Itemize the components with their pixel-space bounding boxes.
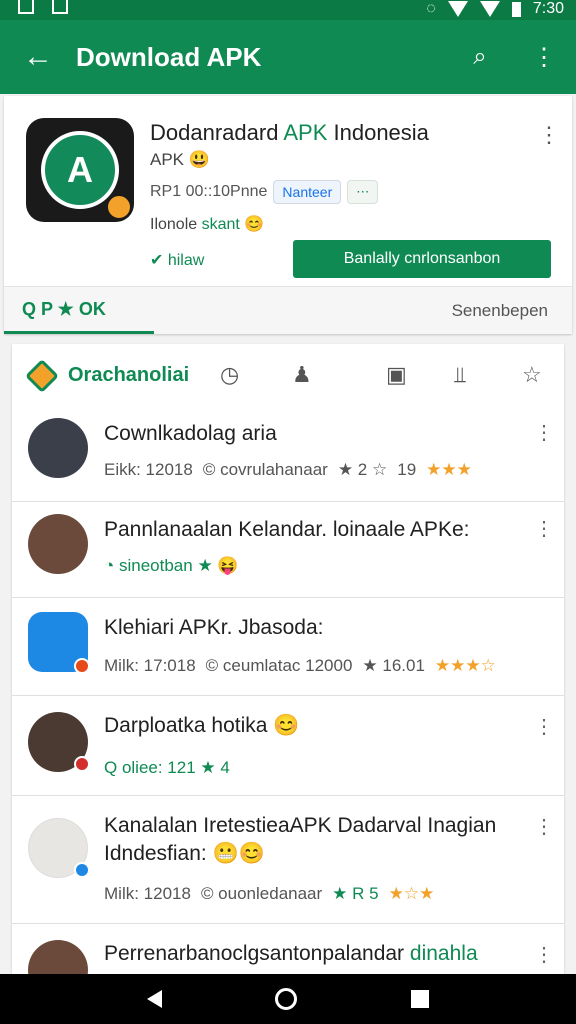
item-meta-c: ★ R 5: [332, 884, 379, 903]
list-item[interactable]: Cownlkadolag aria Eikk: 12018 © covrulah…: [12, 406, 564, 502]
system-nav-bar: [0, 974, 576, 1024]
item-meta: Milk: 17:018 © ceumlatac 12000 ★ 16.01 ★…: [104, 656, 496, 676]
item-meta-c: ★ 16.01: [362, 656, 425, 675]
avatar: [28, 514, 88, 574]
app-name-main: Dodanradard: [150, 120, 279, 145]
list-item[interactable]: Kanalalan IretestieaAPK Dadarval Inagian…: [12, 796, 564, 924]
item-title: Perrenarbanoclgsantonpalandar dinahla: [104, 942, 478, 966]
app-meta-row: RP1 00::10Pnne Nanteer ⋯: [150, 180, 379, 204]
header-more-icon[interactable]: ⋮: [538, 122, 560, 148]
avatar-badge-icon: [74, 658, 90, 674]
item-title: Pannlanaalan Kelandar. loinaale APKe:: [104, 518, 470, 541]
app-name-tail: Indonesia: [333, 120, 429, 145]
item-title: Darploatka hotika 😊: [104, 714, 300, 737]
overflow-menu-icon[interactable]: ⋮: [512, 20, 576, 94]
pawn-icon[interactable]: ♟: [292, 362, 312, 388]
primary-action-button[interactable]: Banlally cnrlonsanbon: [293, 240, 551, 278]
app-price: RP1 00::10Pnne: [150, 183, 268, 200]
star-outline-icon[interactable]: ☆: [522, 362, 542, 388]
more-chip[interactable]: ⋯: [347, 180, 379, 204]
wifi-icon: [447, 1, 468, 17]
list-item[interactable]: Perrenarbanoclgsantonpalandar dinahla ⋮: [12, 924, 564, 1000]
install-chip[interactable]: Nanteer: [273, 180, 342, 204]
item-meta-d: 19: [397, 460, 417, 479]
item-meta-a: Milk: 12018: [104, 884, 191, 903]
item-meta-c: ★ 2 ☆: [337, 460, 388, 479]
image-icon[interactable]: ▣: [386, 362, 407, 388]
item-meta-b: © covrulahanaar: [202, 460, 328, 479]
tab-bar: Q P ★ OK Senenbepen: [4, 286, 572, 334]
item-meta-b: Q oliee: 121 ★ 4: [104, 758, 230, 777]
item-meta: Eikk: 12018 © covrulahanaar ★ 2 ☆ 19 ★★★: [104, 460, 472, 480]
app-icon[interactable]: A: [26, 118, 134, 222]
item-meta-b: © ouonledanaar: [200, 884, 323, 903]
item-meta-a: Eikk: 12018: [104, 460, 193, 479]
status-time: 7:30: [532, 0, 564, 17]
tab-other[interactable]: Senenbepen: [452, 301, 548, 321]
brand-logo-icon: [25, 359, 59, 393]
item-more-icon[interactable]: ⋮: [534, 516, 554, 541]
nav-back-icon[interactable]: [146, 990, 162, 1008]
nav-recents-icon[interactable]: [411, 990, 430, 1008]
image-notification-icon: [18, 0, 34, 14]
rating-stars: ★★★☆: [434, 656, 496, 675]
list-header: Orachanoliai ◷ ♟ ▣ ⫫ ☆: [12, 344, 564, 406]
item-meta-b: ◔ sineotban ★ 😝: [104, 556, 239, 575]
list-header-label: Orachanoliai: [68, 364, 190, 386]
app-name: Dodanradard APK Indonesia: [150, 120, 429, 146]
item-meta: Milk: 12018 © ouonledanaar ★ R 5 ★☆★: [104, 884, 434, 904]
item-title: Klehiari APKr. Jbasoda:: [104, 616, 324, 639]
app-bar: ← Download APK ⌕ ⋮: [0, 20, 576, 94]
item-more-icon[interactable]: ⋮: [534, 942, 554, 967]
app-subtitle: APK 😃: [150, 150, 210, 169]
search-icon[interactable]: ⌕: [448, 20, 512, 94]
rating-stars: ★★★: [426, 460, 472, 479]
rating-stars: ★☆★: [388, 884, 435, 903]
item-meta-b: © ceumlatac 12000: [205, 656, 353, 675]
item-title: Cownlkadolag aria: [104, 422, 277, 445]
list-item[interactable]: Darploatka hotika 😊 Q oliee: 121 ★ 4 ⋮: [12, 696, 564, 796]
item-meta: Q oliee: 121 ★ 4: [104, 758, 230, 778]
info-green: skant 😊: [201, 216, 265, 233]
status-bar: ◌ 7:30: [0, 0, 576, 20]
verified-link[interactable]: ✔ hilaw: [150, 250, 204, 270]
info-text: Ilonole: [150, 216, 198, 233]
history-icon[interactable]: ◷: [220, 362, 239, 388]
avatar: [28, 418, 88, 478]
page-title: Download APK: [76, 41, 262, 72]
item-more-icon[interactable]: ⋮: [534, 420, 554, 445]
nav-home-icon[interactable]: [275, 988, 298, 1010]
chart-icon[interactable]: ⫫: [454, 362, 466, 388]
app-badge-icon: [106, 194, 132, 220]
back-arrow-icon[interactable]: ←: [0, 20, 76, 94]
item-meta: ◔ sineotban ★ 😝: [104, 556, 239, 576]
vibrate-icon: ◌: [426, 0, 436, 17]
app-notification-icon: [52, 0, 68, 14]
item-title: Kanalalan IretestieaAPK Dadarval Inagian: [104, 814, 497, 837]
app-list-card: Orachanoliai ◷ ♟ ▣ ⫫ ☆ Cownlkadolag aria…: [12, 344, 564, 1000]
list-item[interactable]: Klehiari APKr. Jbasoda: Milk: 17:018 © c…: [12, 598, 564, 696]
list-item[interactable]: Pannlanaalan Kelandar. loinaale APKe: ◔ …: [12, 502, 564, 598]
item-more-icon[interactable]: ⋮: [534, 714, 554, 739]
app-logo-glyph: A: [41, 131, 119, 209]
item-title-main: Perrenarbanoclgsantonpalandar: [104, 942, 405, 965]
app-name-green: APK: [283, 120, 328, 145]
item-title-line2: Idndesfian: 😬😊: [104, 842, 265, 865]
avatar-badge-icon: [74, 862, 90, 878]
item-more-icon[interactable]: ⋮: [534, 814, 554, 839]
battery-icon: [511, 1, 521, 17]
tab-indicator: [4, 331, 154, 334]
avatar-badge-icon: [74, 756, 90, 772]
tab-ok[interactable]: Q P ★ OK: [22, 299, 106, 320]
item-title-green: dinahla: [409, 942, 478, 965]
item-meta-a: Milk: 17:018: [104, 656, 196, 675]
app-info-line: Ilonole skant 😊: [150, 214, 264, 234]
signal-icon: [479, 1, 500, 17]
